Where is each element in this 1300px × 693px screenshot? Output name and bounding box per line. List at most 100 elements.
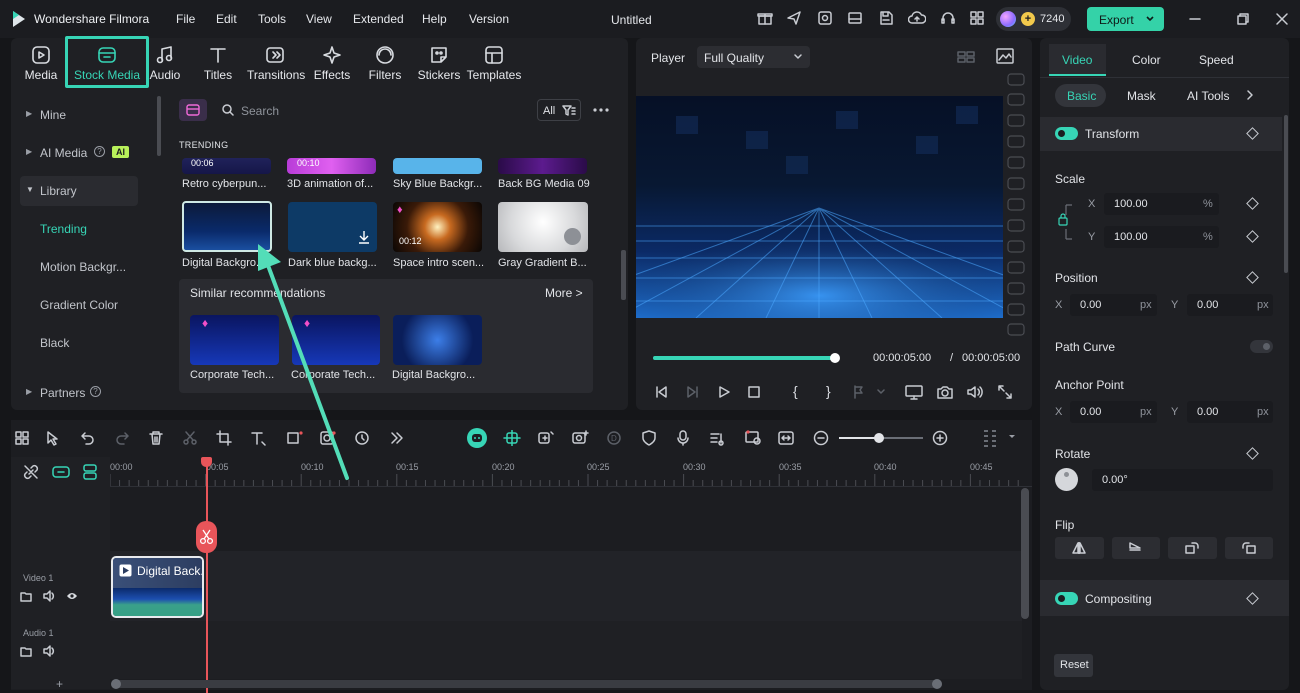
flip-horizontal-button[interactable] — [1055, 537, 1104, 559]
speaker-icon[interactable] — [43, 590, 57, 602]
tab-audio[interactable]: Audio — [137, 44, 193, 88]
select-arrow-icon[interactable] — [45, 430, 61, 446]
reset-button[interactable]: Reset — [1054, 654, 1093, 677]
speaker-icon[interactable] — [43, 645, 57, 657]
zoom-in-icon[interactable] — [932, 430, 948, 446]
send-icon[interactable] — [786, 10, 802, 26]
video-clip[interactable]: Digital Back... — [111, 556, 204, 618]
mark-out-icon[interactable]: } — [826, 383, 831, 399]
media-thumb-back-bg[interactable] — [498, 158, 587, 174]
lock-icon[interactable] — [1058, 203, 1076, 241]
scene-detect-icon[interactable] — [744, 430, 762, 446]
compositing-toggle[interactable] — [1055, 592, 1078, 605]
tab-stickers[interactable]: Stickers — [411, 44, 467, 88]
menu-help[interactable]: Help — [422, 12, 447, 26]
media-thumb-retro[interactable]: 00:06 — [182, 158, 271, 174]
menu-tools[interactable]: Tools — [258, 12, 286, 26]
add-track-button[interactable]: + — [56, 677, 63, 691]
tab-media[interactable]: Media — [13, 44, 69, 88]
sidebar-item-trending[interactable]: Trending — [20, 214, 138, 244]
quality-dropdown[interactable]: Full Quality — [697, 46, 810, 68]
help-icon[interactable]: ? — [94, 146, 105, 157]
tab-video[interactable]: Video — [1049, 44, 1106, 76]
save-icon[interactable] — [878, 10, 894, 26]
crop-icon[interactable] — [216, 430, 232, 446]
sidebar-item-motion[interactable]: Motion Backgr... — [20, 252, 138, 282]
microphone-icon[interactable] — [675, 430, 691, 446]
ai-assistant-icon[interactable] — [467, 428, 487, 448]
zoom-slider-handle[interactable] — [874, 433, 884, 443]
menu-extended[interactable]: Extended — [353, 12, 404, 26]
image-icon[interactable] — [996, 48, 1014, 64]
grid-view-icon[interactable] — [957, 50, 975, 64]
tab-filters[interactable]: Filters — [357, 44, 413, 88]
eye-icon[interactable] — [66, 591, 78, 601]
playback-progress-track[interactable] — [653, 356, 837, 360]
tab-transitions[interactable]: Transitions — [247, 44, 305, 88]
properties-scrollbar[interactable] — [1284, 115, 1288, 273]
help-icon[interactable]: ? — [90, 386, 101, 397]
tab-titles[interactable]: Titles — [190, 44, 246, 88]
stock-filter-button[interactable] — [179, 99, 207, 121]
track-manager-icon[interactable] — [82, 463, 98, 481]
sidebar-item-gradient[interactable]: Gradient Color — [20, 290, 138, 320]
grid-apps-icon[interactable] — [969, 10, 985, 26]
restore-icon[interactable] — [1236, 12, 1250, 26]
shield-icon[interactable] — [641, 430, 657, 446]
more-tools-icon[interactable] — [389, 430, 405, 446]
video-track-lane[interactable] — [110, 551, 1022, 621]
layout-grid-icon[interactable] — [14, 430, 30, 446]
audio-mixer-icon[interactable] — [709, 430, 725, 446]
rotate-dial[interactable] — [1055, 468, 1078, 491]
more-link[interactable]: More > — [545, 286, 583, 300]
rotate-left-button[interactable] — [1225, 537, 1273, 559]
scale-x-input[interactable]: 100.00 — [1104, 193, 1219, 215]
chevron-right-icon[interactable] — [1245, 89, 1255, 101]
video-preview[interactable] — [636, 96, 1003, 318]
flip-vertical-button[interactable] — [1112, 537, 1160, 559]
cloud-upload-icon[interactable] — [908, 10, 926, 26]
caret-down-icon[interactable] — [1008, 434, 1016, 440]
layout-icon[interactable] — [847, 10, 863, 26]
fullscreen-icon[interactable] — [997, 384, 1013, 400]
gift-icon[interactable] — [757, 10, 773, 26]
sidebar-scrollbar[interactable] — [157, 96, 161, 156]
similar-thumb-3[interactable] — [393, 315, 482, 365]
tab-speed[interactable]: Speed — [1199, 53, 1234, 67]
media-thumb-space-intro[interactable]: ♦ 00:12 — [393, 202, 482, 252]
sidebar-item-ai-media[interactable]: ▶ AI Media ? AI — [20, 138, 138, 168]
path-curve-toggle[interactable] — [1250, 340, 1273, 353]
delete-trash-icon[interactable] — [148, 430, 164, 446]
add-track-icon[interactable] — [52, 464, 70, 480]
split-scissors-button[interactable] — [196, 521, 217, 553]
mark-in-icon[interactable]: { — [793, 383, 798, 399]
zoom-out-icon[interactable] — [813, 430, 829, 446]
keyframe-path-icon[interactable] — [537, 430, 555, 446]
download-icon[interactable] — [564, 228, 581, 245]
folder-lock-icon[interactable] — [20, 590, 32, 602]
credits-pill[interactable]: + 7240 — [996, 7, 1071, 31]
track-layout-icon[interactable] — [982, 428, 998, 448]
sidebar-item-black[interactable]: Black — [20, 328, 138, 358]
display-icon[interactable] — [905, 384, 923, 400]
scale-y-input[interactable]: 100.00 — [1104, 226, 1219, 248]
tab-templates[interactable]: Templates — [466, 44, 522, 88]
menu-file[interactable]: File — [176, 12, 195, 26]
export-button[interactable]: Export — [1087, 7, 1164, 31]
timeline-vertical-scrollbar[interactable] — [1021, 488, 1029, 619]
rotate-right-button[interactable] — [1168, 537, 1217, 559]
media-thumb-sky-blue[interactable] — [393, 158, 482, 174]
audio-track-lane[interactable] — [110, 621, 1022, 679]
more-options-icon[interactable] — [593, 108, 609, 112]
subtab-basic[interactable]: Basic — [1055, 84, 1106, 107]
tab-effects[interactable]: Effects — [304, 44, 360, 88]
playback-progress-handle[interactable] — [830, 353, 840, 363]
stop-icon[interactable] — [747, 385, 761, 399]
fit-width-icon[interactable] — [777, 430, 795, 446]
snap-magnet-icon[interactable] — [503, 430, 521, 446]
undo-icon[interactable] — [80, 430, 96, 446]
folder-lock-icon[interactable] — [20, 645, 32, 657]
menu-version[interactable]: Version — [469, 12, 509, 26]
play-icon[interactable] — [717, 385, 731, 399]
snapshot-camera-icon[interactable] — [936, 384, 954, 400]
